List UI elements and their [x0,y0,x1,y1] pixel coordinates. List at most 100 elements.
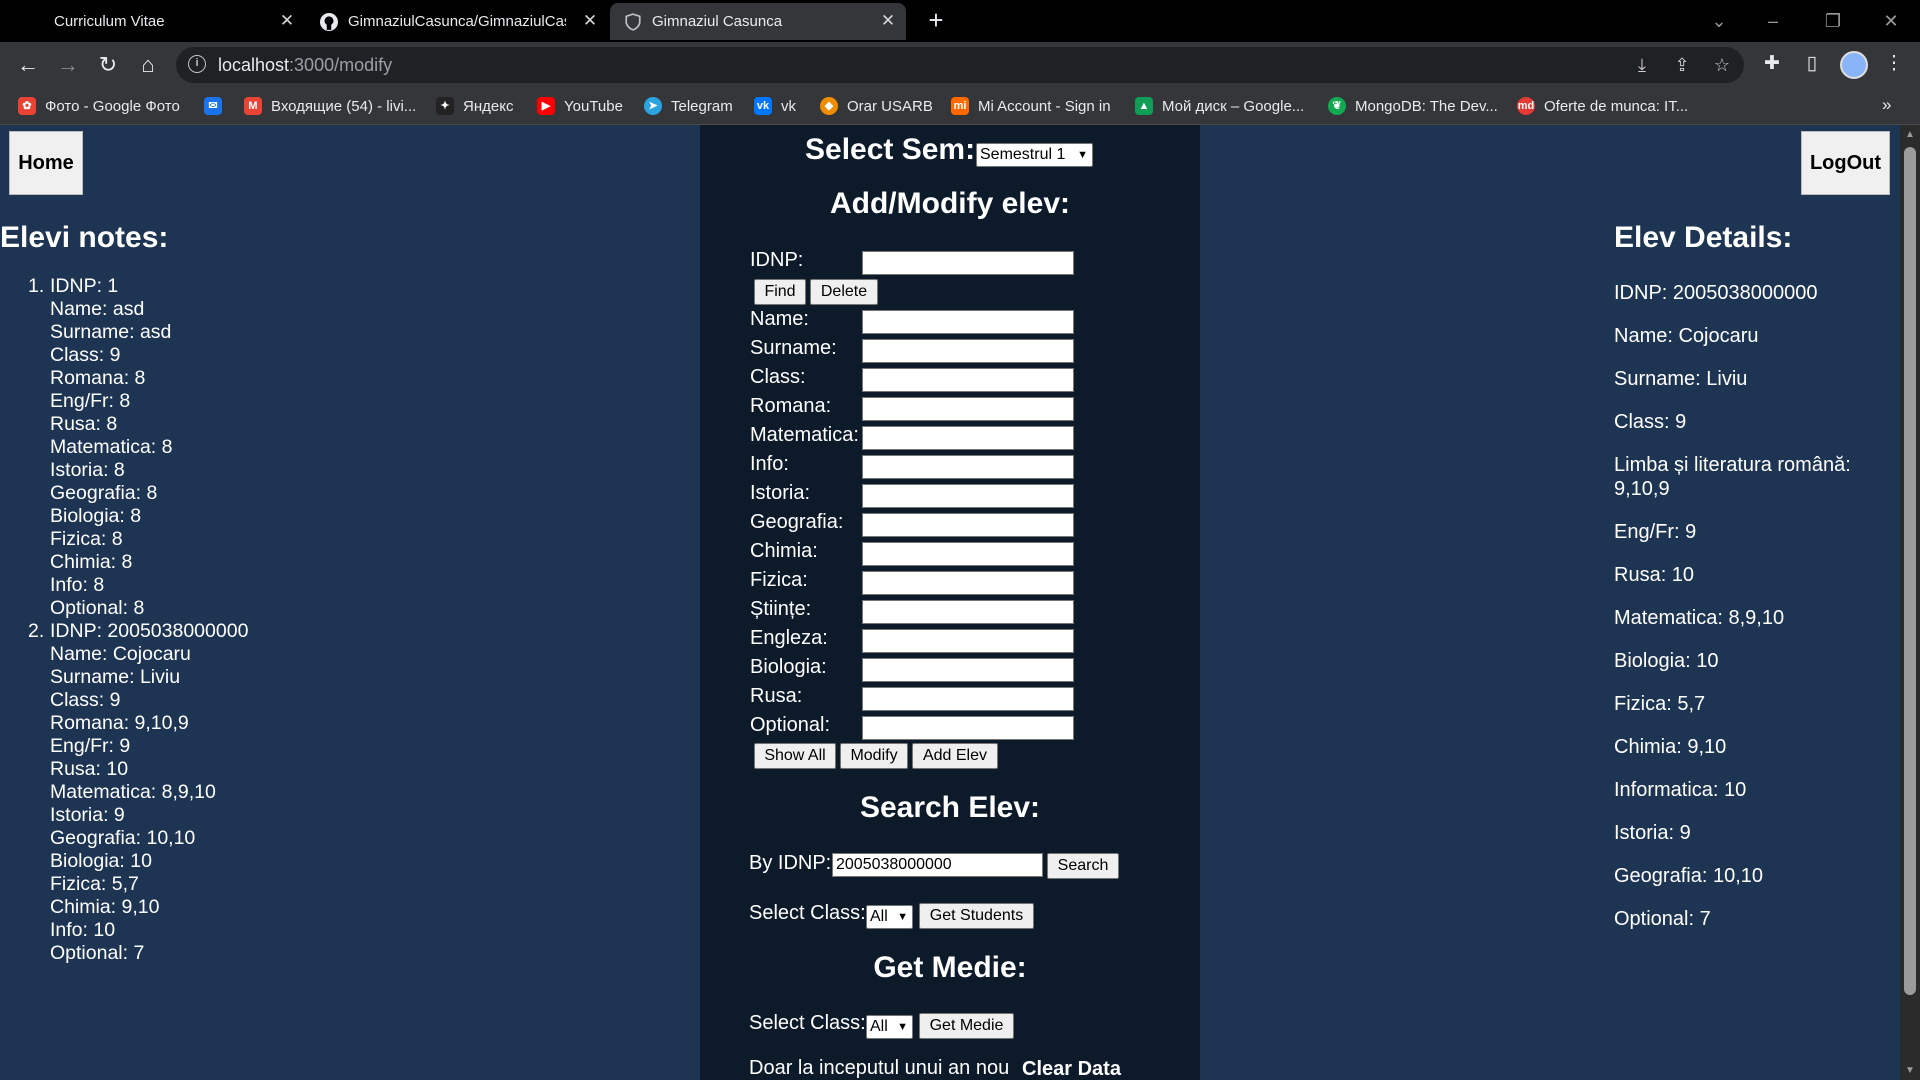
detail-fizica: Fizica: 5,7 [1614,693,1706,715]
vk-icon: vk [754,97,772,115]
bookmark-telegram[interactable]: ➤ Telegram [644,95,733,117]
bookmark-mongodb[interactable]: ❦ MongoDB: The Dev... [1328,95,1498,117]
stiinte-label: Științe: [750,598,812,620]
idnp-input[interactable] [862,251,1074,275]
name-input[interactable] [862,310,1074,334]
istoria-input[interactable] [862,484,1074,508]
bookmark-youtube[interactable]: ▶ YouTube [537,95,623,117]
scrollbar-thumb[interactable] [1904,147,1916,995]
detail-name: Name: Cojocaru [1614,325,1759,347]
tab-github[interactable]: GimnaziulCasunca/GimnaziulCas ✕ [306,3,608,40]
bookmark-yandex[interactable]: ✦ Яндекс [436,95,513,117]
address-bar[interactable]: i localhost:3000/modify ⤓ ⇪ ☆ [176,47,1744,83]
class-select[interactable]: All ▼ [866,905,913,929]
optional-input[interactable] [862,716,1074,740]
restore-icon[interactable]: ❐ [1818,6,1848,36]
home-button[interactable]: Home [9,131,83,195]
student-field: Fizica: 8 [50,528,123,550]
student-field: Fizica: 5,7 [50,873,139,895]
tab-curriculum-vitae[interactable]: Curriculum Vitae ✕ [0,3,305,40]
detail-biologia: Biologia: 10 [1614,650,1719,672]
github-icon [320,12,338,31]
student-field: Rusa: 8 [50,413,118,435]
page-scrollbar[interactable]: ▲ ▼ [1900,125,1920,1080]
site-info-icon[interactable]: i [188,55,206,73]
class-input[interactable] [862,368,1074,392]
search-idnp-input[interactable]: 2005038000000 [832,853,1043,877]
rusa-input[interactable] [862,687,1074,711]
chevron-down-icon: ▼ [897,1021,908,1033]
profile-avatar[interactable] [1840,51,1868,79]
search-button[interactable]: Search [1047,853,1119,879]
stiinte-input[interactable] [862,600,1074,624]
delete-button[interactable]: Delete [810,279,878,305]
matematica-input[interactable] [862,426,1074,450]
minimize-icon[interactable]: – [1758,6,1788,36]
medie-class-select[interactable]: All ▼ [866,1015,913,1039]
logout-button[interactable]: LogOut [1801,131,1890,195]
optional-label: Optional: [750,714,831,736]
side-panel-icon[interactable]: ▯ [1800,52,1824,76]
matematica-label: Matematica: [750,424,859,446]
scroll-up-arrow-icon[interactable]: ▲ [1904,129,1916,140]
close-window-icon[interactable]: ✕ [1876,6,1906,36]
student-field: Optional: 7 [50,942,145,964]
modify-button[interactable]: Modify [840,743,908,769]
student-field: Chimia: 9,10 [50,896,160,918]
find-button[interactable]: Find [754,279,806,305]
get-medie-button[interactable]: Get Medie [919,1013,1014,1039]
close-icon[interactable]: ✕ [580,11,600,31]
bookmark-google-photos[interactable]: ✿ Фото - Google Фото [18,95,180,117]
get-students-button[interactable]: Get Students [919,903,1034,929]
close-icon[interactable]: ✕ [277,11,297,31]
share-icon[interactable]: ⇪ [1672,55,1692,75]
reload-icon[interactable]: ↻ [94,51,122,79]
romana-input[interactable] [862,397,1074,421]
detail-istoria: Istoria: 9 [1614,822,1691,844]
student-field: Chimia: 8 [50,551,133,573]
add-elev-button[interactable]: Add Elev [912,743,998,769]
elevi-notes-heading: Elevi notes: [0,221,169,254]
geografia-input[interactable] [862,513,1074,537]
select-sem-label: Select Sem: [805,133,976,166]
forward-arrow-icon[interactable]: → [54,51,82,79]
student-field: Biologia: 10 [50,850,152,872]
engleza-input[interactable] [862,629,1074,653]
student-field: IDNP: 2005038000000 [50,620,249,642]
new-tab-plus-icon[interactable]: + [924,7,948,33]
info-input[interactable] [862,455,1074,479]
close-icon[interactable]: ✕ [878,11,898,31]
clear-data-button[interactable]: Clear Data [1022,1058,1121,1080]
name-label: Name: [750,308,809,330]
fizica-input[interactable] [862,571,1074,595]
tab-gimnaziul-casunca[interactable]: Gimnaziul Casunca ✕ [610,3,906,40]
back-arrow-icon[interactable]: ← [14,51,42,79]
bookmark-mail[interactable]: ✉ [204,95,231,117]
bookmark-mi-account[interactable]: mi Mi Account - Sign in [951,95,1111,117]
url-path: :3000/modify [289,55,393,75]
biologia-input[interactable] [862,658,1074,682]
telegram-icon: ➤ [644,97,662,115]
bookmark-orar-usarb[interactable]: ◆ Orar USARB [820,95,933,117]
home-icon[interactable]: ⌂ [134,51,162,79]
bookmark-star-icon[interactable]: ☆ [1712,55,1732,75]
url-text[interactable]: localhost:3000/modify [218,55,392,76]
bookmark-label: Фото - Google Фото [45,97,180,115]
surname-input[interactable] [862,339,1074,363]
bookmarks-overflow-icon[interactable]: » [1882,95,1891,115]
extensions-puzzle-icon[interactable]: ✚ [1760,52,1784,76]
student-field: Name: asd [50,298,145,320]
scroll-down-arrow-icon[interactable]: ▼ [1904,1065,1916,1076]
bookmark-gmail[interactable]: M Входящие (54) - livi... [244,95,416,117]
install-app-icon[interactable]: ⤓ [1632,55,1652,75]
tab-search-chevron-icon[interactable]: ⌄ [1704,6,1734,36]
more-menu-icon[interactable]: ⋮ [1882,52,1906,76]
chimia-input[interactable] [862,542,1074,566]
bookmark-oferte-munca[interactable]: md Oferte de munca: IT... [1517,95,1688,117]
bookmark-vk[interactable]: vk vk [754,95,796,117]
youtube-icon: ▶ [537,97,555,115]
google-drive-icon: ▲ [1135,97,1153,115]
show-all-button[interactable]: Show All [754,743,836,769]
bookmark-google-drive[interactable]: ▲ Мой диск – Google... [1135,95,1304,117]
semester-select[interactable]: Semestrul 1 ▼ [976,143,1093,167]
